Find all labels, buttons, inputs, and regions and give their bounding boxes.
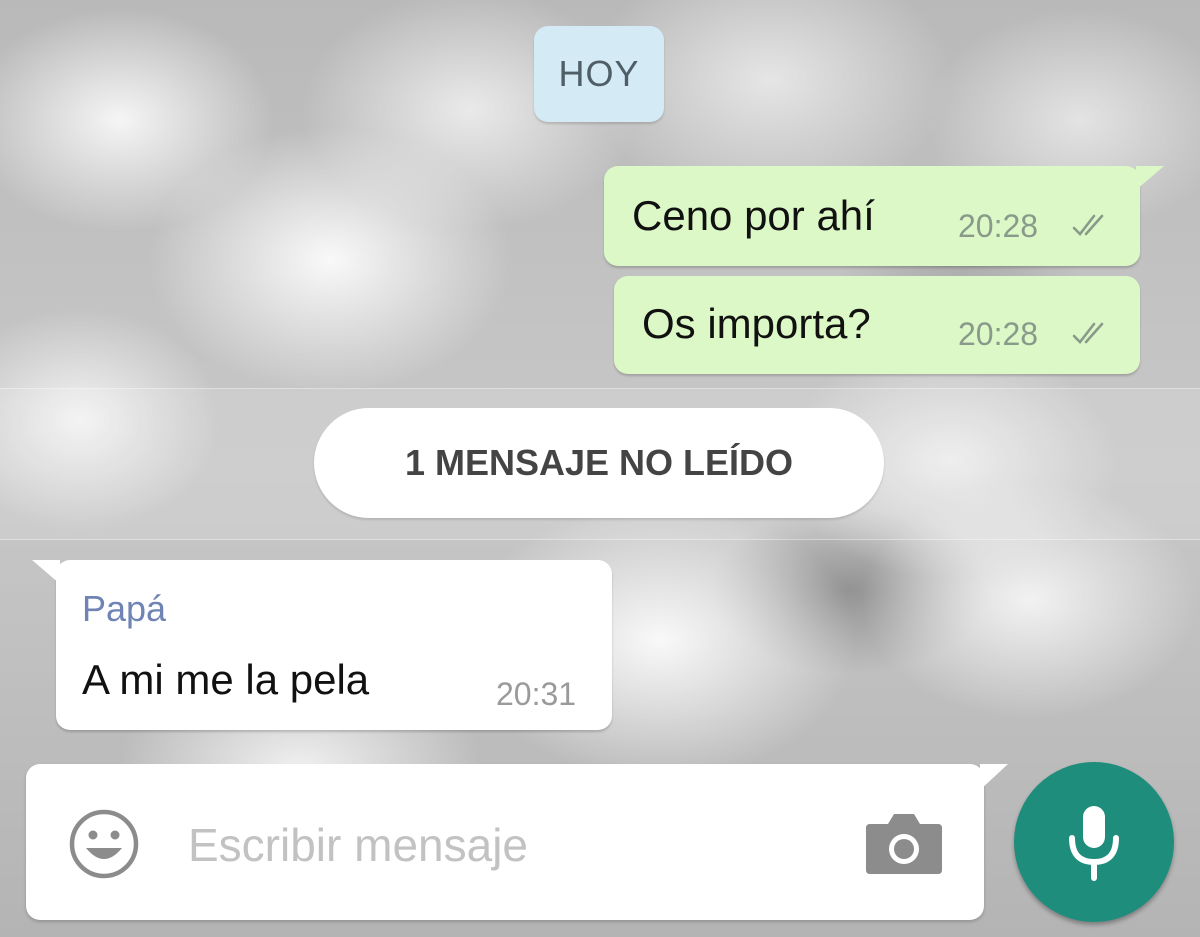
- message-text: Ceno por ahí: [632, 192, 875, 239]
- message-text: A mi me la pela: [82, 656, 370, 703]
- message-time: 20:28: [958, 208, 1039, 244]
- bubble-tail: [1136, 166, 1164, 190]
- bubble-tail: [32, 560, 60, 584]
- microphone-icon: [1069, 806, 1119, 881]
- unread-messages-banner: 1 MENSAJE NO LEÍDO: [314, 408, 884, 518]
- outgoing-message-bubble[interactable]: Os importa? 20:28: [614, 276, 1140, 374]
- message-time: 20:28: [958, 316, 1039, 352]
- smiley-icon[interactable]: [68, 808, 140, 880]
- double-check-icon: [1072, 322, 1104, 344]
- sender-name[interactable]: Papá: [82, 588, 166, 630]
- message-time: 20:31: [496, 676, 577, 712]
- microphone-button[interactable]: [1014, 762, 1174, 922]
- message-input[interactable]: [186, 804, 830, 886]
- date-chip: HOY: [534, 26, 664, 122]
- camera-icon[interactable]: [864, 808, 944, 878]
- unread-banner-label: 1 MENSAJE NO LEÍDO: [404, 442, 794, 483]
- date-chip-label: HOY: [558, 53, 640, 94]
- outgoing-message-bubble[interactable]: Ceno por ahí 20:28: [604, 166, 1164, 266]
- composer-tail: [980, 764, 1008, 790]
- incoming-message-bubble[interactable]: Papá A mi me la pela 20:31: [32, 560, 612, 730]
- message-text: Os importa?: [642, 300, 871, 347]
- double-check-icon: [1072, 214, 1104, 236]
- message-composer: [26, 764, 1008, 920]
